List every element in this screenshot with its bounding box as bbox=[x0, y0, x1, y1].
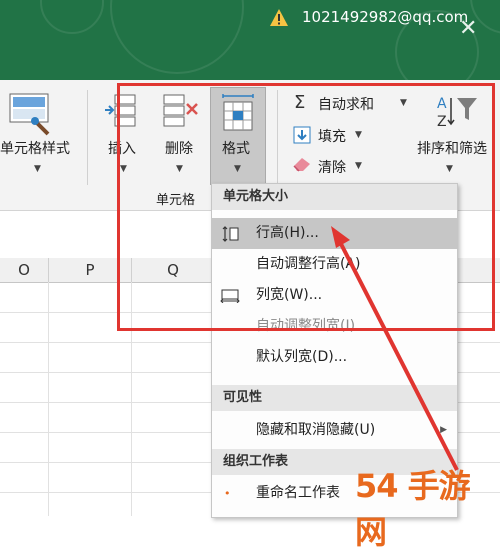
menu-item-label: 重命名工作表 bbox=[256, 485, 340, 501]
grid-line bbox=[48, 282, 49, 516]
chevron-down-icon[interactable]: ▼ bbox=[34, 164, 41, 174]
close-icon[interactable]: ✕ bbox=[459, 16, 477, 41]
bullet-icon: • bbox=[224, 487, 231, 500]
menu-item-label: 默认列宽(D)... bbox=[256, 349, 348, 365]
watermark-logo: 54 手游网 bbox=[355, 467, 471, 551]
menu-item-default-width[interactable]: 默认列宽(D)... bbox=[212, 342, 457, 373]
menu-item-label: 隐藏和取消隐藏(U) bbox=[256, 422, 376, 438]
column-header-o[interactable]: O bbox=[0, 258, 49, 283]
cell-styles-icon bbox=[9, 93, 50, 136]
decor-circle bbox=[40, 0, 104, 34]
account-name[interactable]: 1021492982@qq.com bbox=[302, 8, 468, 26]
warning-icon[interactable] bbox=[269, 8, 289, 28]
cell-styles-button[interactable]: 单元格样式 bbox=[0, 138, 70, 158]
highlight-box bbox=[117, 83, 495, 331]
section-visibility: 可见性 bbox=[212, 385, 457, 411]
menu-item-hide-unhide[interactable]: 隐藏和取消隐藏(U) ▶ bbox=[212, 415, 457, 446]
divider bbox=[87, 90, 88, 185]
title-bar: 1021492982@qq.com ✕ bbox=[0, 0, 500, 80]
decor-circle bbox=[110, 0, 244, 74]
chevron-right-icon: ▶ bbox=[440, 425, 447, 435]
